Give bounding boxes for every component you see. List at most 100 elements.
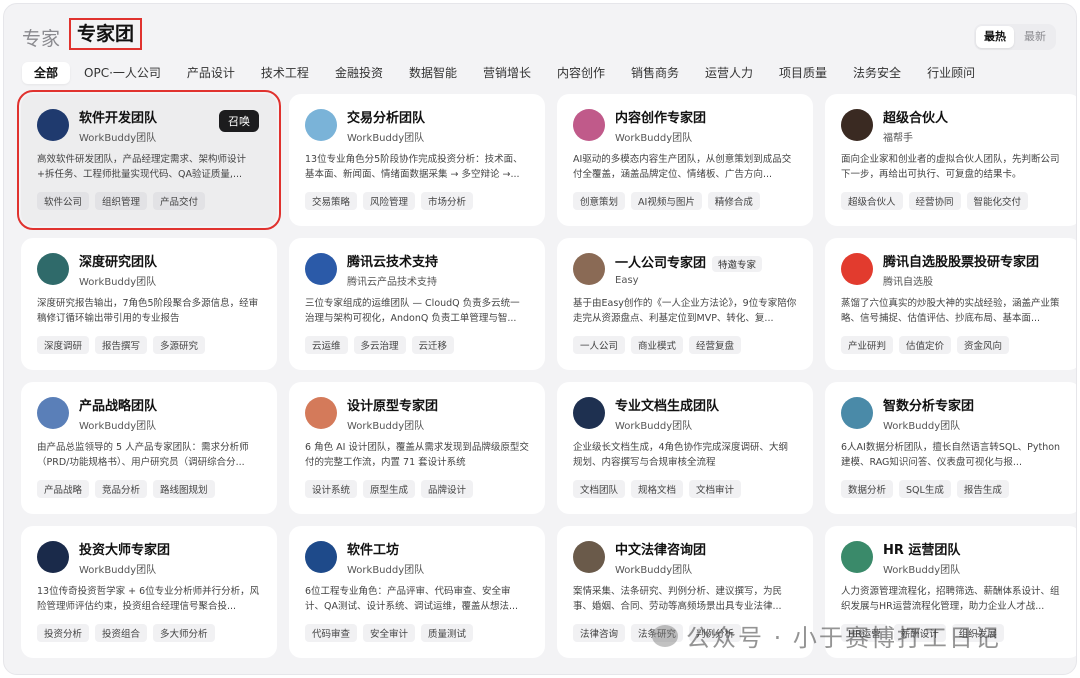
- team-avatar: [37, 109, 69, 141]
- team-org: WorkBuddy团队: [347, 564, 425, 576]
- team-name-text: 超级合伙人: [883, 110, 949, 126]
- category-tab[interactable]: 数据智能: [397, 62, 469, 84]
- team-org: 腾讯云产品技术支持: [347, 276, 437, 288]
- category-tabs: 全部 OPC·一人公司 产品设计 技术工程 金融投资 数据智能 营销增长 内容创作 销售商务 运营…: [22, 60, 989, 86]
- team-avatar: [305, 541, 337, 573]
- category-tab[interactable]: 销售商务: [619, 62, 691, 84]
- card-header: HR 运营团队 WorkBuddy团队: [841, 540, 1065, 576]
- tag: 市场分析: [421, 192, 474, 210]
- tag: 资金风向: [957, 336, 1010, 354]
- category-tab[interactable]: 运营人力: [693, 62, 765, 84]
- team-description: 6人AI数据分析团队，擅长自然语言转SQL、Python建模、RAG知识问答、仪…: [841, 442, 1061, 468]
- team-card[interactable]: 软件开发团队 WorkBuddy团队 召唤 高效软件研发团队，产品经理定需求、架构师设…: [17, 90, 281, 230]
- card-header: 一人公司专家团 特邀专家 Easy: [573, 252, 797, 286]
- team-org: WorkBuddy团队: [615, 564, 693, 576]
- category-tab[interactable]: 法务安全: [841, 62, 913, 84]
- header: 专家 专家团 最热 最新: [22, 18, 1058, 54]
- watermark: 公众号 · 小于赛博打工日记: [652, 618, 1001, 653]
- team-card[interactable]: 一人公司专家团 特邀专家 Easy 基于由Easy创作的《一人企业方法论》，9位专家陪…: [557, 238, 813, 370]
- tag: 法律咨询: [573, 624, 626, 642]
- sort-toggle: 最热 最新: [974, 24, 1056, 50]
- tag: 投资分析: [37, 624, 90, 642]
- card-header: 腾讯云技术支持 腾讯云产品技术支持: [305, 252, 529, 288]
- card-header: 内容创作专家团 WorkBuddy团队: [573, 107, 797, 144]
- category-tab[interactable]: 全部: [22, 62, 71, 84]
- team-org: WorkBuddy团队: [347, 420, 425, 432]
- category-tab[interactable]: 内容创作: [545, 62, 617, 84]
- team-org: Easy: [615, 274, 639, 286]
- team-name-text: 一人公司专家团: [615, 256, 707, 272]
- team-card[interactable]: 设计原型专家团 WorkBuddy团队 6 角色 AI 设计团队，覆盖从需求发现到品…: [289, 382, 545, 514]
- category-tab[interactable]: 行业顾问: [915, 62, 987, 84]
- category-tab[interactable]: 金融投资: [323, 62, 395, 84]
- team-card[interactable]: 内容创作专家团 WorkBuddy团队 AI驱动的多模态内容生产团队，从创意策划到成…: [557, 94, 813, 226]
- tag: 商业模式: [631, 336, 684, 354]
- team-card[interactable]: 超级合伙人 福帮手 面向企业家和创业者的虚拟合伙人团队，先判断公司下一步，再给出可执…: [825, 94, 1076, 226]
- team-org: WorkBuddy团队: [883, 564, 961, 576]
- tag: 一人公司: [573, 336, 626, 354]
- team-description: 由产品总监领导的 5 人产品专家团队：需求分析师（PRD/功能规格书）、用户研究…: [37, 442, 249, 468]
- card-header: 智数分析专家团 WorkBuddy团队: [841, 396, 1065, 432]
- category-tab[interactable]: 营销增长: [471, 62, 543, 84]
- team-description: 6 角色 AI 设计团队，覆盖从需求发现到品牌级原型交付的完整工作流，内置 71…: [305, 442, 529, 468]
- card-title-block: 深度研究团队 WorkBuddy团队: [79, 251, 157, 288]
- team-avatar: [841, 541, 873, 573]
- tag-list: 超级合伙人 经营协同 智能化交付: [841, 192, 1065, 210]
- team-card[interactable]: 深度研究团队 WorkBuddy团队 深度研究报告输出，7角色5阶段聚合多源信息，经…: [21, 238, 277, 370]
- category-tab[interactable]: OPC·一人公司: [72, 62, 173, 84]
- team-name: 深度研究团队: [79, 251, 157, 270]
- card-header: 腾讯自选股股票投研专家团 腾讯自选股: [841, 251, 1065, 288]
- team-avatar: [37, 541, 69, 573]
- sort-new-button[interactable]: 最新: [1016, 26, 1054, 48]
- team-grid: 软件开发团队 WorkBuddy团队 召唤 高效软件研发团队，产品经理定需求、架构师设…: [17, 90, 1076, 658]
- tag: 产业研判: [841, 336, 894, 354]
- team-card[interactable]: 产品战略团队 WorkBuddy团队 由产品总监领导的 5 人产品专家团队：需求分析…: [21, 382, 277, 514]
- card-title-block: 一人公司专家团 特邀专家 Easy: [615, 252, 763, 286]
- category-tab[interactable]: 产品设计: [175, 62, 247, 84]
- tag: 软件公司: [37, 192, 90, 210]
- tag: 经营协同: [908, 192, 961, 210]
- card-header: 设计原型专家团 WorkBuddy团队: [305, 396, 529, 432]
- team-card[interactable]: 腾讯云技术支持 腾讯云产品技术支持 三位专家组成的运维团队 — CloudQ 负责多…: [289, 238, 545, 370]
- team-avatar: [37, 253, 69, 285]
- team-org: WorkBuddy团队: [79, 132, 157, 144]
- tab-expert-teams[interactable]: 专家团: [69, 18, 143, 50]
- team-name-text: 软件开发团队: [79, 110, 158, 126]
- team-name: 内容创作专家团: [615, 107, 706, 126]
- team-card[interactable]: 投资大师专家团 WorkBuddy团队 13位传奇投资哲学家 + 6位专业分析师并行…: [21, 526, 277, 658]
- team-card[interactable]: 专业文档生成团队 WorkBuddy团队 企业级长文档生成，4角色协作完成深度调研、…: [557, 382, 813, 514]
- tag-list: 数据分析 SQL生成 报告生成: [841, 480, 1065, 498]
- team-description: 基于由Easy创作的《一人企业方法论》，9位专家陪你走完从资源盘点、利基定位到M…: [573, 298, 797, 324]
- team-card[interactable]: 软件工坊 WorkBuddy团队 6位工程专业角色：产品评审、代码审查、安全审计、Q…: [289, 526, 545, 658]
- tag: 竞品分析: [95, 480, 148, 498]
- team-card[interactable]: 腾讯自选股股票投研专家团 腾讯自选股 蒸馏了六位真实的炒股大神的实战经验，涵盖产业策…: [825, 238, 1076, 370]
- tag-list: 深度调研 报告撰写 多源研究: [37, 336, 261, 354]
- card-title-block: 超级合伙人 福帮手: [883, 107, 948, 144]
- card-title-block: 腾讯自选股股票投研专家团 腾讯自选股: [883, 251, 1039, 288]
- tag: 投资组合: [95, 624, 148, 642]
- tab-experts[interactable]: 专家: [22, 24, 60, 51]
- tag: 风险管理: [363, 192, 416, 210]
- category-tab[interactable]: 技术工程: [249, 62, 321, 84]
- sort-hot-button[interactable]: 最热: [976, 26, 1014, 48]
- team-card[interactable]: 智数分析专家团 WorkBuddy团队 6人AI数据分析团队，擅长自然语言转SQL、…: [825, 382, 1076, 514]
- team-description: 案情采集、法条研究、判例分析、建议撰写，为民事、婚姻、合同、劳动等高频场景出具专…: [573, 586, 783, 612]
- team-org: 福帮手: [883, 132, 913, 144]
- tag: 设计系统: [305, 480, 358, 498]
- team-card[interactable]: 交易分析团队 WorkBuddy团队 13位专业角色分5阶段协作完成投资分析：技术面…: [289, 94, 545, 226]
- category-tab[interactable]: 项目质量: [767, 62, 839, 84]
- tag: 精修合成: [707, 192, 760, 210]
- tag: 规格文档: [631, 480, 684, 498]
- tag: 产品交付: [153, 192, 206, 210]
- card-title-block: 软件工坊 WorkBuddy团队: [347, 539, 424, 576]
- tag: 云运维: [305, 336, 348, 354]
- summon-button[interactable]: 召唤: [219, 110, 259, 132]
- team-name: 交易分析团队: [347, 107, 425, 126]
- team-name-text: 深度研究团队: [79, 254, 158, 270]
- tag: 多大师分析: [153, 624, 215, 642]
- team-avatar: [573, 109, 605, 141]
- team-avatar: [305, 253, 337, 285]
- card-header: 中文法律咨询团 WorkBuddy团队: [573, 540, 797, 576]
- team-description: 6位工程专业角色：产品评审、代码审查、安全审计、QA测试、设计系统、调试运维，覆…: [305, 586, 519, 612]
- team-name: 产品战略团队: [79, 395, 157, 414]
